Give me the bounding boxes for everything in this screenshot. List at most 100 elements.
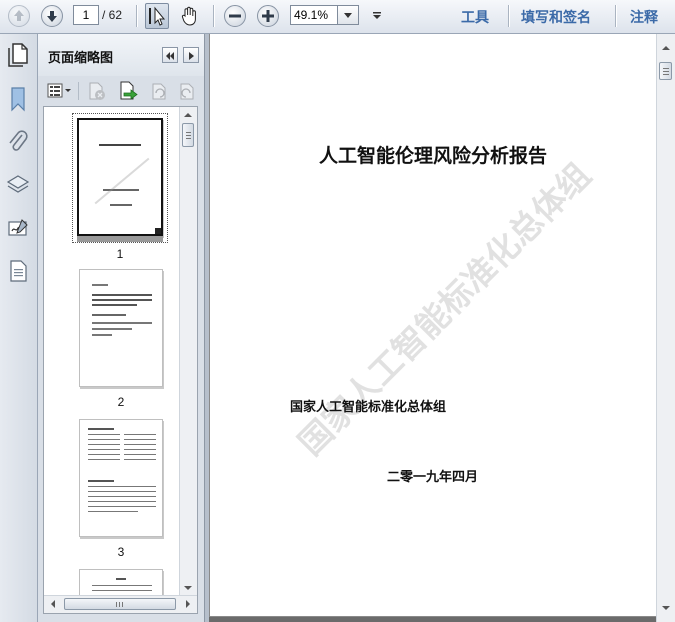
horizontal-scroll-thumb[interactable] — [64, 598, 176, 610]
rotate-left-icon — [152, 83, 166, 100]
select-tool-button[interactable] — [145, 3, 169, 29]
thumbnail-watermark — [94, 157, 150, 205]
zoom-in-button[interactable] — [257, 4, 279, 28]
bookmarks-nav-button[interactable] — [6, 86, 30, 112]
thumbnail-text-line — [124, 439, 156, 440]
document-organization: 国家人工智能标准化总体组 — [290, 400, 447, 415]
thumbnail-corner-marker — [155, 228, 161, 234]
rotate-cw-button[interactable] — [176, 81, 198, 101]
fill-sign-menu-link[interactable]: 填写和签名 — [521, 7, 591, 27]
signatures-nav-button[interactable] — [6, 216, 30, 240]
thumbnail-text-line — [88, 449, 120, 450]
paperclip-icon — [9, 130, 28, 151]
previous-page-button[interactable] — [8, 4, 30, 28]
thumbnail-vertical-scrollbar[interactable] — [179, 107, 197, 596]
thumbnail-text-line — [116, 578, 126, 580]
scroll-down-icon[interactable] — [180, 582, 196, 594]
expand-panel-button[interactable] — [183, 47, 199, 63]
thumbnail-text-line — [88, 501, 156, 502]
arrow-up-icon — [8, 5, 30, 27]
select-cursor-icon — [149, 6, 166, 26]
toolbar-divider — [615, 5, 616, 27]
thumbnail-text-line — [88, 459, 120, 460]
document-icon — [10, 260, 27, 282]
attachments-nav-button[interactable] — [6, 129, 30, 153]
signature-icon — [8, 219, 28, 236]
zoom-level-input[interactable]: 49.1% — [290, 5, 338, 25]
main-toolbar: 1 / 62 49.1% 工具 填写和签名 注释 — [0, 0, 675, 34]
document-watermark: 国家人工智能标准化总体组 — [290, 155, 599, 463]
thumbnail-text-line — [88, 491, 156, 492]
document-vertical-scrollbar[interactable] — [656, 34, 675, 622]
panel-title: 页面缩略图 — [48, 51, 114, 66]
comment-menu-link[interactable]: 注释 — [630, 7, 658, 27]
chevron-down-icon — [373, 12, 381, 19]
bookmark-icon — [11, 87, 25, 112]
toolbar-divider — [136, 5, 137, 27]
document-date: 二零一九年四月 — [387, 470, 479, 485]
hand-tool-button[interactable] — [177, 4, 203, 28]
scroll-up-icon[interactable] — [657, 42, 675, 54]
zoom-out-button[interactable] — [224, 4, 246, 28]
scroll-right-icon[interactable] — [182, 596, 194, 612]
page-thumbnails-nav-button[interactable] — [6, 42, 30, 67]
page-total: / 62 — [102, 8, 123, 22]
thumbnail-text-line — [88, 480, 114, 482]
thumbnail-page-3[interactable] — [79, 419, 163, 537]
thumbnail-label: 2 — [117, 395, 125, 409]
rotate-ccw-button[interactable] — [148, 81, 170, 101]
zoom-out-icon — [224, 5, 246, 27]
thumbnail-text-line — [124, 434, 156, 435]
thumbnail-list[interactable]: 1 2 3 — [43, 106, 198, 614]
zoom-dropdown-button[interactable] — [338, 5, 359, 25]
pages-icon — [8, 43, 28, 67]
thumbnail-text-line — [92, 284, 108, 286]
chevron-down-icon — [344, 12, 352, 18]
thumbnail-label: 3 — [117, 545, 125, 559]
more-tools-button[interactable] — [370, 4, 384, 28]
thumbnail-shadow — [77, 236, 163, 242]
thumbnail-text-line — [124, 454, 156, 455]
scroll-left-icon[interactable] — [47, 596, 59, 612]
document-scroll-thumb[interactable] — [659, 62, 672, 80]
document-page: 人工智能伦理风险分析报告 国家人工智能标准化总体组 国家人工智能标准化总体组 二… — [210, 34, 656, 616]
thumbnail-text-line — [110, 204, 132, 206]
insert-page-button[interactable] — [117, 80, 139, 102]
thumbnail-text-line — [124, 449, 156, 450]
next-page-button[interactable] — [41, 4, 63, 28]
thumbnail-horizontal-scrollbar[interactable] — [44, 595, 197, 613]
zoom-in-icon — [257, 5, 279, 27]
thumbnail-options-bar — [38, 77, 204, 105]
content-nav-button[interactable] — [6, 258, 30, 282]
chevron-right-icon — [189, 52, 194, 60]
layers-nav-button[interactable] — [6, 172, 30, 196]
thumbnail-text-line — [92, 294, 152, 296]
delete-page-icon — [89, 82, 105, 100]
panel-header: 页面缩略图 — [38, 34, 204, 76]
thumbnail-text-line — [124, 459, 156, 460]
collapse-panel-button[interactable] — [162, 47, 178, 63]
thumbnail-text-line — [88, 506, 156, 507]
thumbnail-page-1[interactable] — [77, 118, 163, 236]
thumbnail-text-line — [88, 496, 156, 497]
thumbnail-text-line — [88, 434, 120, 435]
thumbnail-text-line — [92, 590, 152, 591]
hand-icon — [181, 6, 196, 26]
thumbnail-text-line — [92, 322, 152, 324]
scroll-up-icon[interactable] — [180, 109, 196, 121]
page-gap — [209, 617, 657, 622]
arrow-down-icon — [41, 5, 63, 27]
options-divider — [78, 82, 79, 100]
list-options-icon — [47, 83, 71, 98]
thumbnail-page-2[interactable] — [79, 269, 163, 387]
document-viewport: 人工智能伦理风险分析报告 国家人工智能标准化总体组 国家人工智能标准化总体组 二… — [209, 34, 675, 622]
scroll-thumb[interactable] — [182, 123, 194, 147]
delete-page-button[interactable] — [86, 81, 108, 101]
toolbar-divider — [508, 5, 509, 27]
options-menu-button[interactable] — [46, 81, 72, 101]
thumbnail-text-line — [92, 334, 112, 336]
toolbar-divider — [213, 5, 214, 27]
tools-menu-link[interactable]: 工具 — [461, 7, 489, 27]
page-number-input[interactable]: 1 — [73, 5, 99, 25]
scroll-down-icon[interactable] — [657, 602, 675, 614]
